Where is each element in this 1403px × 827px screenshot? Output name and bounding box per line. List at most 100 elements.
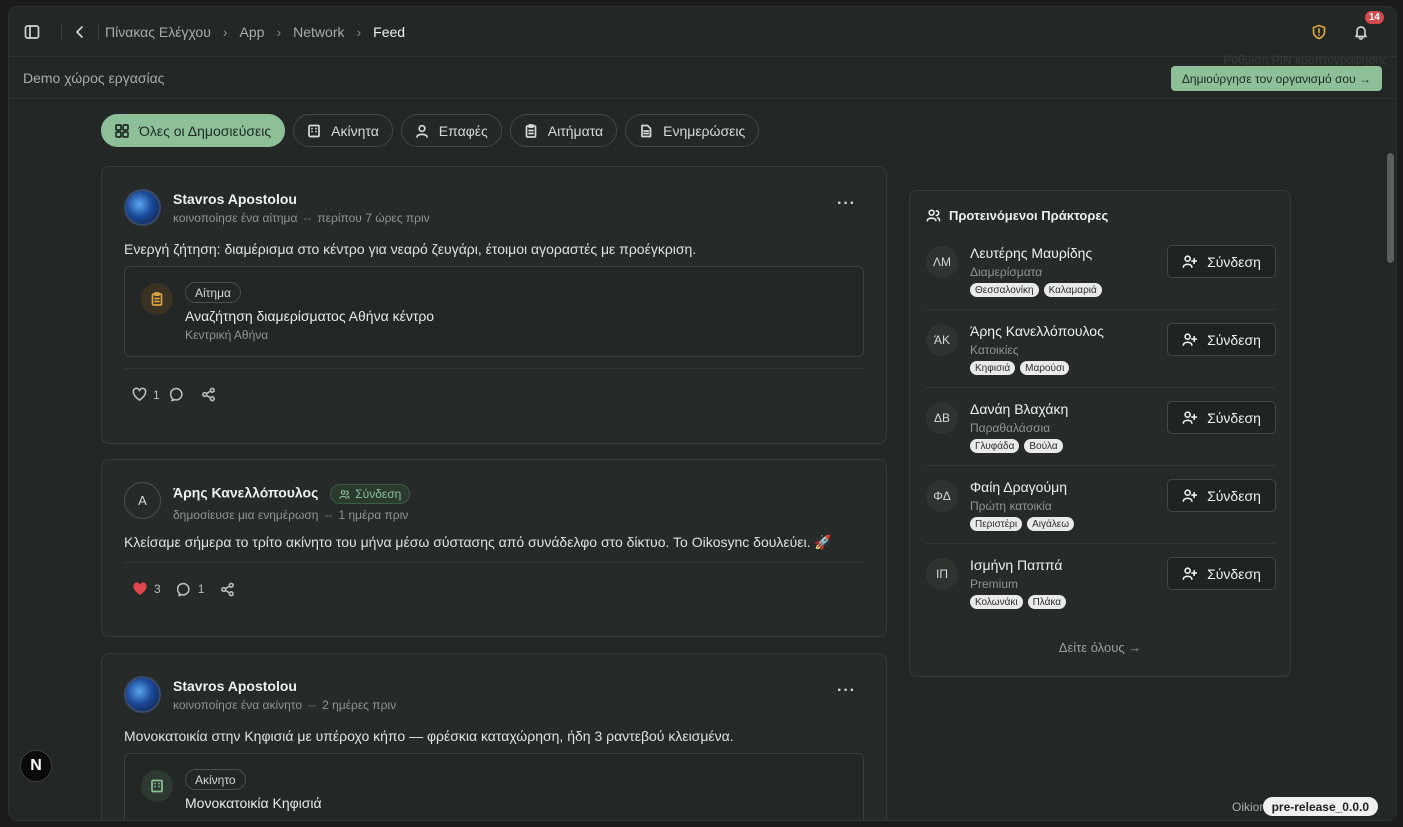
agent-avatar[interactable]: ΔΒ [926,402,958,434]
like-count: 3 [154,582,161,596]
post-attachment[interactable]: Αίτημα Αναζήτηση διαμερίσματος Αθήνα κέν… [124,266,864,357]
connect-label: Σύνδεση [1207,487,1261,504]
divider [124,368,864,369]
divider [98,23,99,40]
agent-avatar[interactable]: ΛΜ [926,246,958,278]
breadcrumb: Πίνακας Ελέγχου › App › Network › Feed [105,24,405,40]
post-author[interactable]: Άρης Κανελλόπουλος [173,485,318,501]
agent-specialty: Διαμερίσματα [970,265,1043,279]
like-button[interactable]: 1 [132,387,160,402]
agent-avatar[interactable]: ΦΔ [926,480,958,512]
connect-button[interactable]: Σύνδεση [1167,245,1276,278]
user-plus-icon [1182,489,1198,502]
filter-label: Ακίνητα [331,122,379,139]
area-tag: Γλυφάδα [970,439,1020,453]
scrollbar-thumb[interactable] [1387,153,1394,263]
agent-name[interactable]: Άρης Κανελλόπουλος [970,323,1104,339]
attachment-title: Αναζήτηση διαμερίσματος Αθήνα κέντρο [185,308,435,324]
more-options-icon[interactable]: ··· [837,195,856,213]
share-button[interactable] [220,582,235,597]
create-organization-button[interactable]: Δημιούργησε τον οργανισμό σου → [1170,66,1382,91]
clipboard-icon [141,283,173,315]
post-text: Κλείσαμε σήμερα το τρίτο ακίνητο του μήν… [124,534,832,550]
post-text: Μονοκατοικία στην Κηφισιά με υπέροχο κήπ… [124,728,734,744]
agent-area-tags: Περιστέρι Αιγάλεω [970,517,1075,531]
chevron-right-icon: › [222,23,228,40]
divider [61,23,62,40]
back-icon[interactable] [68,17,92,47]
post-action: κοινοποίησε ένα ακίνητο [173,698,303,712]
area-tag: Βούλα [1024,439,1063,453]
panel-title-text: Προτεινόμενοι Πράκτορες [949,208,1109,223]
see-all-link[interactable]: Δείτε όλους → [910,640,1290,655]
agent-specialty: Παραθαλάσσια [970,421,1051,435]
connect-button[interactable]: Σύνδεση [1167,323,1276,356]
filter-requests[interactable]: Αιτήματα [509,114,618,147]
post-meta: δημοσίευσε μια ενημέρωση -- 1 ημέρα πριν [173,508,409,522]
breadcrumb-item-feed: Feed [373,23,406,40]
share-icon [221,582,235,596]
filter-label: Αιτήματα [547,122,604,139]
share-button[interactable] [201,387,216,402]
area-tag: Καλαμαριά [1043,283,1102,297]
connect-button[interactable]: Σύνδεση [1167,479,1276,512]
agent-name[interactable]: Δανάη Βλαχάκη [970,401,1068,417]
avatar[interactable] [124,676,161,713]
agent-avatar[interactable]: ΆΚ [926,324,958,356]
document-icon [641,124,652,137]
post-author[interactable]: Stavros Apostolou [173,678,396,694]
filter-all-posts[interactable]: Όλες οι Δημοσιεύσεις [101,114,286,147]
top-bar: Πίνακας Ελέγχου › App › Network › Feed 1… [9,7,1396,57]
post-author[interactable]: Stavros Apostolou [173,191,430,207]
user-plus-icon [1182,333,1198,346]
connect-button[interactable]: Σύνδεση [1167,557,1276,590]
post-author-row: Άρης Κανελλόπουλος Σύνδεση [173,484,411,504]
area-tag: Μαρούσι [1020,361,1070,375]
filter-updates[interactable]: Ενημερώσεις [625,114,760,147]
connect-button[interactable]: Σύνδεση [1167,401,1276,434]
post-actions: 3 1 [132,581,235,597]
feed-post: A Άρης Κανελλόπουλος Σύνδεση δημοσίευσε … [101,459,887,637]
nextjs-logo-icon[interactable]: N [20,750,52,782]
area-tag: Πλάκα [1027,595,1067,609]
breadcrumb-item-dashboard[interactable]: Πίνακας Ελέγχου [105,24,211,40]
divider [124,562,864,563]
bell-icon[interactable]: 14 [1346,9,1386,47]
comment-button[interactable]: 1 [176,582,204,597]
agent-avatar[interactable]: ΙΠ [926,558,958,590]
agent-area-tags: Κηφισιά Μαρούσι [970,361,1070,375]
area-tag: Αιγάλεω [1027,517,1075,531]
comment-button[interactable] [169,387,185,402]
filter-properties[interactable]: Ακίνητα [293,114,393,147]
like-button[interactable]: 3 [132,581,161,597]
agent-name[interactable]: Ισμήνη Παππά [970,557,1062,573]
filter-contacts[interactable]: Επαφές [400,114,502,147]
agent-specialty: Πρώτη κατοικία [970,499,1052,513]
post-meta: κοινοποίησε ένα ακίνητο -- 2 ημέρες πριν [173,698,397,712]
footer: N Oikion pre-release_0.0.0 [9,750,1396,820]
more-options-icon[interactable]: ··· [837,682,856,700]
shield-warning-icon[interactable] [1304,17,1334,47]
area-tag: Κολωνάκι [970,595,1023,609]
agent-area-tags: Γλυφάδα Βούλα [970,439,1063,453]
grid-icon [115,123,129,138]
breadcrumb-item-app[interactable]: App [240,24,265,40]
breadcrumb-item-network[interactable]: Network [293,24,344,40]
filter-label: Ενημερώσεις [663,122,746,139]
comment-icon [176,582,190,596]
agent-area-tags: Κολωνάκι Πλάκα [970,595,1067,609]
chevron-right-icon: › [276,23,282,40]
sidebar-toggle-icon[interactable] [17,17,47,47]
avatar[interactable]: A [124,482,161,519]
post-actions: 1 [132,387,216,402]
scrollbar[interactable] [1384,99,1396,799]
avatar[interactable] [124,189,161,226]
post-action: δημοσίευσε μια ενημέρωση [173,508,319,522]
agent-row: ΙΠ Ισμήνη Παππά Premium Κολωνάκι Πλάκα Σ… [926,544,1276,622]
agent-name[interactable]: Λευτέρης Μαυρίδης [970,245,1092,261]
agent-name[interactable]: Φαίη Δραγούμη [970,479,1067,495]
feed-post: Stavros Apostolou κοινοποίησε ένα αίτημα… [101,166,887,444]
agent-row: ΔΒ Δανάη Βλαχάκη Παραθαλάσσια Γλυφάδα Βο… [926,388,1276,466]
connect-label: Σύνδεση [1207,253,1261,270]
chevron-right-icon: › [356,23,362,40]
